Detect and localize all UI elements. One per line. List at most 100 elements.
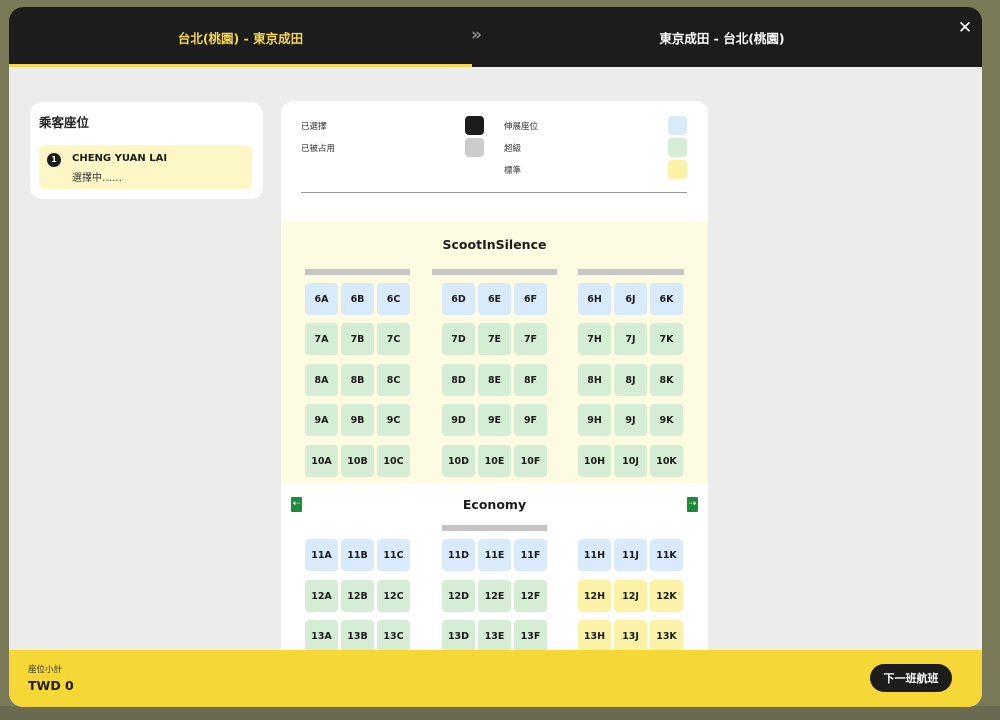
cabin-title-economy: Economy — [462, 497, 527, 512]
seat-7c[interactable]: 7C — [377, 323, 410, 355]
seat-8h[interactable]: 8H — [578, 364, 611, 396]
seat-map: 已選擇 已被占用 伸展座位 超級 標準 ScootInSilence ⇠ ⇢ E… — [281, 101, 708, 707]
close-icon[interactable]: ✕ — [956, 19, 974, 37]
seat-9f[interactable]: 9F — [514, 404, 547, 436]
seat-10e[interactable]: 10E — [478, 445, 511, 477]
seat-13j[interactable]: 13J — [614, 620, 647, 652]
tab-outbound-flight[interactable]: 台北(桃園) - 東京成田 — [9, 7, 472, 67]
seat-12a[interactable]: 12A — [305, 580, 338, 612]
seat-8k[interactable]: 8K — [650, 364, 683, 396]
seat-7k[interactable]: 7K — [650, 323, 683, 355]
seat-9h[interactable]: 9H — [578, 404, 611, 436]
seat-10j[interactable]: 10J — [614, 445, 647, 477]
bulkhead-right — [578, 269, 684, 275]
legend-standard-label: 標準 — [504, 166, 522, 176]
seat-12j[interactable]: 12J — [614, 580, 647, 612]
bulkhead-economy — [442, 525, 547, 531]
seat-8b[interactable]: 8B — [341, 364, 374, 396]
seat-7e[interactable]: 7E — [478, 323, 511, 355]
backdrop — [0, 706, 1000, 720]
seat-11k[interactable]: 11K — [650, 539, 683, 571]
passenger-card[interactable]: 1 CHENG YUAN LAI 選擇中…… — [39, 145, 252, 189]
seat-13e[interactable]: 13E — [478, 620, 511, 652]
seat-6f[interactable]: 6F — [514, 283, 547, 315]
seat-6h[interactable]: 6H — [578, 283, 611, 315]
seat-8c[interactable]: 8C — [377, 364, 410, 396]
cabin-title-scootinsilence: ScootInSilence — [442, 237, 547, 252]
seat-9d[interactable]: 9D — [442, 404, 475, 436]
seat-6k[interactable]: 6K — [650, 283, 683, 315]
seat-subtotal-value: TWD 0 — [28, 678, 74, 693]
seat-10a[interactable]: 10A — [305, 445, 338, 477]
seat-11h[interactable]: 11H — [578, 539, 611, 571]
passenger-name: CHENG YUAN LAI — [72, 153, 168, 164]
seat-13k[interactable]: 13K — [650, 620, 683, 652]
seat-7j[interactable]: 7J — [614, 323, 647, 355]
passenger-seats-panel: 乘客座位 1 CHENG YUAN LAI 選擇中…… — [30, 102, 263, 199]
seat-12h[interactable]: 12H — [578, 580, 611, 612]
seat-12b[interactable]: 12B — [341, 580, 374, 612]
seat-6j[interactable]: 6J — [614, 283, 647, 315]
legend-occupied-label: 已被占用 — [301, 144, 336, 154]
legend-occupied-swatch — [465, 138, 484, 157]
seat-10d[interactable]: 10D — [442, 445, 475, 477]
seat-13d[interactable]: 13D — [442, 620, 475, 652]
legend-stretch-label: 伸展座位 — [504, 122, 539, 132]
seat-7d[interactable]: 7D — [442, 323, 475, 355]
seat-8j[interactable]: 8J — [614, 364, 647, 396]
seat-11b[interactable]: 11B — [341, 539, 374, 571]
seat-11d[interactable]: 11D — [442, 539, 475, 571]
seat-11c[interactable]: 11C — [377, 539, 410, 571]
seat-6c[interactable]: 6C — [377, 283, 410, 315]
bulkhead-center — [432, 269, 557, 275]
legend-stretch-swatch — [668, 116, 687, 135]
seat-8f[interactable]: 8F — [514, 364, 547, 396]
seat-13c[interactable]: 13C — [377, 620, 410, 652]
seat-12d[interactable]: 12D — [442, 580, 475, 612]
seat-9b[interactable]: 9B — [341, 404, 374, 436]
seat-6d[interactable]: 6D — [442, 283, 475, 315]
seat-8d[interactable]: 8D — [442, 364, 475, 396]
legend-selected-swatch — [465, 116, 484, 135]
seat-9e[interactable]: 9E — [478, 404, 511, 436]
seat-7a[interactable]: 7A — [305, 323, 338, 355]
seat-10c[interactable]: 10C — [377, 445, 410, 477]
seat-12f[interactable]: 12F — [514, 580, 547, 612]
legend-selected-label: 已選擇 — [301, 122, 327, 132]
seat-7b[interactable]: 7B — [341, 323, 374, 355]
seat-6a[interactable]: 6A — [305, 283, 338, 315]
footer-bar: 座位小計 TWD 0 下一班航班 — [9, 650, 982, 707]
seat-7f[interactable]: 7F — [514, 323, 547, 355]
seat-13b[interactable]: 13B — [341, 620, 374, 652]
seat-12k[interactable]: 12K — [650, 580, 683, 612]
legend-divider — [301, 192, 687, 193]
seat-8a[interactable]: 8A — [305, 364, 338, 396]
seat-12c[interactable]: 12C — [377, 580, 410, 612]
seat-10k[interactable]: 10K — [650, 445, 683, 477]
seat-13h[interactable]: 13H — [578, 620, 611, 652]
seat-6b[interactable]: 6B — [341, 283, 374, 315]
seat-10f[interactable]: 10F — [514, 445, 547, 477]
bulkhead-left — [305, 269, 410, 275]
seat-11f[interactable]: 11F — [514, 539, 547, 571]
seat-11a[interactable]: 11A — [305, 539, 338, 571]
tab-return-flight[interactable]: 東京成田 - 台北(桃園) — [472, 7, 972, 67]
seat-9j[interactable]: 9J — [614, 404, 647, 436]
seat-selection-modal: 台北(桃園) - 東京成田 » 東京成田 - 台北(桃園) ✕ 乘客座位 1 C… — [9, 7, 982, 707]
next-flight-button[interactable]: 下一班航班 — [870, 664, 952, 692]
seat-9k[interactable]: 9K — [650, 404, 683, 436]
seat-9c[interactable]: 9C — [377, 404, 410, 436]
seat-10h[interactable]: 10H — [578, 445, 611, 477]
seat-9a[interactable]: 9A — [305, 404, 338, 436]
seat-8e[interactable]: 8E — [478, 364, 511, 396]
seat-6e[interactable]: 6E — [478, 283, 511, 315]
seat-13a[interactable]: 13A — [305, 620, 338, 652]
seat-11e[interactable]: 11E — [478, 539, 511, 571]
seat-12e[interactable]: 12E — [478, 580, 511, 612]
active-tab-indicator — [9, 64, 472, 67]
seat-11j[interactable]: 11J — [614, 539, 647, 571]
flight-tabs-header: 台北(桃園) - 東京成田 » 東京成田 - 台北(桃園) ✕ — [9, 7, 982, 67]
seat-13f[interactable]: 13F — [514, 620, 547, 652]
seat-7h[interactable]: 7H — [578, 323, 611, 355]
seat-10b[interactable]: 10B — [341, 445, 374, 477]
